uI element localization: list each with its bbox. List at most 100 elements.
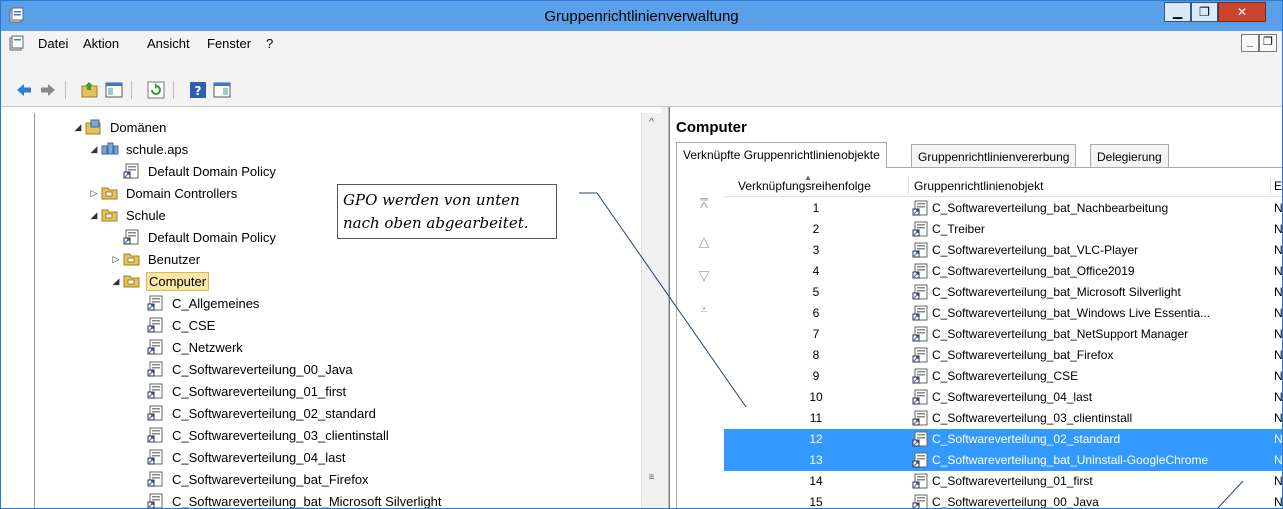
menu-ansicht[interactable]: Ansicht [147,36,190,51]
table-row[interactable]: 13 C_Softwareverteilung_bat_Uninstall-Goo… [724,450,1282,471]
up-folder-icon[interactable] [81,81,99,99]
tree-item[interactable]: C_Softwareverteilung_01_first [133,380,348,402]
move-down-icon[interactable]: ▽ [694,265,714,285]
tree-item[interactable]: C_Allgemeines [133,292,261,314]
pane-splitter[interactable] [661,107,669,508]
tree-scrollbar[interactable]: ^ ≡ [641,113,661,508]
tree-item[interactable]: C_Netzwerk [133,336,245,358]
toolbar-separator [65,81,66,99]
enforced-cell: N [1274,495,1283,509]
gpo-link-icon [147,339,165,355]
gpo-name-cell: C_Softwareverteilung_CSE [932,369,1079,383]
tree-item[interactable]: Default Domain Policy [109,160,278,182]
collapse-icon[interactable]: ◢ [71,122,85,133]
collapse-icon[interactable]: ◢ [87,210,101,221]
column-separator[interactable] [1270,177,1271,195]
menu-fenster[interactable]: Fenster [207,36,251,51]
menu-bar: Datei Aktion Ansicht Fenster ? _ ❐ [1,31,1282,55]
tree-item[interactable]: C_CSE [133,314,217,336]
tree-item[interactable]: C_Softwareverteilung_02_standard [133,402,378,424]
tree-item[interactable]: Default Domain Policy [109,226,278,248]
svg-text:?: ? [195,84,202,98]
column-header-link-order[interactable]: ▲ Verknüpfungsreihenfolge [738,173,871,193]
column-separator[interactable] [908,177,909,195]
enforced-cell: N [1274,306,1283,320]
menu-datei[interactable]: Datei [38,36,68,51]
show-hide-tree-icon[interactable] [105,81,123,99]
tree-item-label: C_Softwareverteilung_bat_Firefox [172,471,369,487]
tab-delegation[interactable]: Delegierung [1090,144,1169,168]
tree-pane[interactable]: ◢ Domänen ◢ schule.aps Default Domain Policy… [34,113,661,508]
help-icon[interactable]: ? [189,81,207,99]
child-window-icon[interactable] [9,35,25,51]
table-row[interactable]: 15 C_Softwareverteilung_00_Java N [724,492,1283,509]
tab-linked-gpos[interactable]: Verknüpfte Gruppenrichtlinienobjekte [676,142,887,168]
link-order-cell: 7 [812,327,820,341]
table-row[interactable]: 10 C_Softwareverteilung_04_last N [724,387,1282,408]
back-arrow-icon[interactable] [15,81,33,99]
linked-gpo-table[interactable]: ▲ Verknüpfungsreihenfolge Gruppenrichtlin… [724,173,1283,509]
table-row[interactable]: 6 C_Softwareverteilung_bat_Windows Live E… [724,303,1283,324]
scroll-up-icon[interactable]: ^ [642,113,661,133]
gpo-link-icon [147,361,165,377]
table-row[interactable]: 1 C_Softwareverteilung_bat_Nachbearbeitun… [724,198,1282,219]
enforced-cell: N [1274,222,1283,236]
table-row[interactable]: 14 C_Softwareverteilung_01_first N [724,471,1282,492]
properties-icon[interactable] [213,81,231,99]
gpo-name-cell: C_Softwareverteilung_03_clientinstall [932,411,1133,425]
table-row[interactable]: 5 C_Softwareverteilung_bat_Microsoft Silv… [724,282,1282,303]
scroll-grip-icon[interactable]: ≡ [645,473,658,483]
tree-item-label: C_Softwareverteilung_03_clientinstall [172,427,389,443]
collapse-icon[interactable]: ◢ [109,276,123,287]
gpo-link-icon [147,383,165,399]
tree-item-label: Schule [126,207,166,223]
gpo-link-icon [912,221,929,237]
table-row[interactable]: 11 C_Softwareverteilung_03_clientinstall N [724,408,1282,429]
child-minimize-button[interactable]: _ [1241,34,1259,52]
link-order-cell: 3 [812,243,820,257]
tree-item[interactable]: ◢ Computer [109,270,210,292]
menu-aktion[interactable]: Aktion [83,36,119,51]
tree-item-label: Domain Controllers [126,185,238,201]
menu-help[interactable]: ? [266,36,273,51]
title-bar[interactable]: Gruppenrichtlinienverwaltung ▁ ❐ ✕ [1,1,1282,31]
tree-item[interactable]: ◢ schule.aps [87,138,190,160]
move-up-icon[interactable]: △ [694,231,714,251]
table-row[interactable]: 3 C_Softwareverteilung_bat_VLC-Player N [724,240,1282,261]
details-pane: Computer Verknüpfte Gruppenrichtlinienob… [669,107,1283,509]
tree-item[interactable]: ◢ Domänen [71,116,168,138]
tree-item[interactable]: C_Softwareverteilung_04_last [133,446,347,468]
maximize-button[interactable]: ❐ [1191,2,1218,22]
tree-item[interactable]: C_Softwareverteilung_bat_Firefox [133,468,371,490]
forward-arrow-icon[interactable] [39,81,57,99]
column-header-gpo[interactable]: Gruppenrichtlinienobjekt [914,179,1043,193]
move-to-bottom-icon[interactable]: ⩡ [694,299,714,319]
refresh-icon[interactable] [147,81,165,99]
table-row[interactable]: 2 C_Treiber N [724,219,1283,240]
gpo-link-icon [147,317,165,333]
link-order-cell: 5 [812,285,820,299]
tab-inheritance[interactable]: Gruppenrichtlinienvererbung [911,144,1077,168]
child-restore-button[interactable]: ❐ [1259,34,1277,52]
tree-item[interactable]: C_Softwareverteilung_03_clientinstall [133,424,391,446]
minimize-button[interactable]: ▁ [1164,2,1191,22]
tree-item[interactable]: C_Softwareverteilung_bat_Microsoft Silve… [133,490,444,508]
close-button[interactable]: ✕ [1218,2,1266,22]
tree-item[interactable]: ▷ Domain Controllers [87,182,239,204]
gpo-name-cell: C_Softwareverteilung_bat_NetSupport Mana… [932,327,1189,341]
table-row[interactable]: 7 C_Softwareverteilung_bat_NetSupport Man… [724,324,1282,345]
table-row[interactable]: 4 C_Softwareverteilung_bat_Office2019 N [724,261,1282,282]
tree-item[interactable]: ◢ Schule [87,204,168,226]
tree-item[interactable]: ▷ Benutzer [109,248,202,270]
tree-item[interactable]: C_Softwareverteilung_00_Java [133,358,355,380]
gpo-link-icon [912,452,929,468]
column-header-e[interactable]: E [1274,179,1282,193]
gpo-link-icon [912,431,929,447]
table-row[interactable]: 8 C_Softwareverteilung_bat_Firefox N [724,345,1282,366]
collapse-icon[interactable]: ◢ [87,144,101,155]
move-to-top-icon[interactable]: ⩞ [694,193,714,213]
table-row[interactable]: 9 C_Softwareverteilung_CSE N [724,366,1282,387]
table-row[interactable]: 12 C_Softwareverteilung_02_standard N [724,429,1282,450]
expand-icon[interactable]: ▷ [109,254,123,265]
expand-icon[interactable]: ▷ [87,188,101,199]
